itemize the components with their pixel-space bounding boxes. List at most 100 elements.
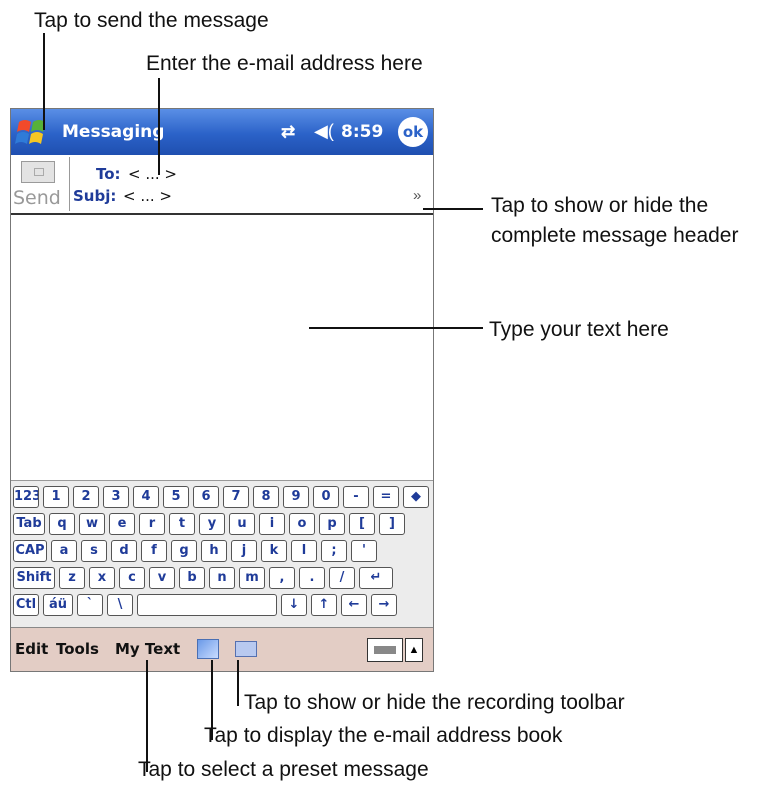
key[interactable]: r — [139, 513, 165, 535]
key[interactable]: ] — [379, 513, 405, 535]
key[interactable]: s — [81, 540, 107, 562]
key[interactable]: 4 — [133, 486, 159, 508]
key[interactable]: p — [319, 513, 345, 535]
key[interactable]: b — [179, 567, 205, 589]
clock[interactable]: 8:59 — [341, 122, 383, 142]
key[interactable]: v — [149, 567, 175, 589]
key[interactable]: \ — [107, 594, 133, 616]
callout-header-toggle-line1: Tap to show or hide the — [491, 194, 709, 217]
input-panel-icon[interactable] — [367, 638, 403, 662]
key[interactable]: áü — [43, 594, 73, 616]
pocketpc-screen: Messaging ⇄ ◀︎( 8:59 ok Send To: < ... >… — [10, 108, 434, 672]
key[interactable]: - — [343, 486, 369, 508]
key[interactable]: l — [291, 540, 317, 562]
soft-keyboard: 123 1 2 3 4 5 6 7 8 9 0- = ◆ Tab q w e r t y u i o p[] CAP a s d f g h… — [11, 480, 433, 627]
key[interactable]: y — [199, 513, 225, 535]
key[interactable]: z — [59, 567, 85, 589]
key[interactable]: i — [259, 513, 285, 535]
callout-preset-message: Tap to select a preset message — [138, 758, 429, 781]
key[interactable]: [ — [349, 513, 375, 535]
key[interactable]: x — [89, 567, 115, 589]
key[interactable]: ↵ — [359, 567, 393, 589]
key[interactable]: e — [109, 513, 135, 535]
message-body[interactable] — [11, 215, 433, 479]
address-book-icon[interactable] — [197, 639, 219, 659]
subject-field[interactable]: < ... > — [123, 187, 172, 205]
key[interactable]: 2 — [73, 486, 99, 508]
key[interactable]: g — [171, 540, 197, 562]
leader-body — [309, 327, 483, 329]
connectivity-icon[interactable]: ⇄ — [281, 122, 295, 142]
leader-recording — [237, 660, 239, 706]
key[interactable]: = — [373, 486, 399, 508]
leader-address-book — [211, 660, 213, 740]
start-flag-icon[interactable] — [15, 114, 51, 150]
menu-bar: Edit Tools My Text ▲ — [11, 627, 433, 671]
key[interactable]: / — [329, 567, 355, 589]
key[interactable]: 1 — [43, 486, 69, 508]
key[interactable]: m — [239, 567, 265, 589]
key[interactable]: 8 — [253, 486, 279, 508]
key[interactable]: → — [371, 594, 397, 616]
key[interactable]: d — [111, 540, 137, 562]
key[interactable]: ' — [351, 540, 377, 562]
key[interactable]: CAP — [13, 540, 47, 562]
envelope-icon — [21, 161, 55, 183]
key[interactable]: ` — [77, 594, 103, 616]
callout-address: Enter the e-mail address here — [146, 52, 423, 75]
key[interactable]: Ctl — [13, 594, 39, 616]
message-header: Send To: < ... > Subj: < ... > » — [11, 155, 433, 215]
key[interactable]: a — [51, 540, 77, 562]
key[interactable]: 123 — [13, 486, 39, 508]
key[interactable]: ← — [341, 594, 367, 616]
key[interactable]: c — [119, 567, 145, 589]
key-space[interactable] — [137, 594, 277, 616]
to-field[interactable]: < ... > — [128, 165, 177, 183]
callout-address-book: Tap to display the e-mail address book — [204, 724, 563, 747]
menu-edit[interactable]: Edit — [15, 640, 48, 658]
subject-label: Subj: — [73, 187, 117, 205]
recording-toolbar-icon[interactable] — [235, 641, 257, 657]
key[interactable]: Shift — [13, 567, 55, 589]
expand-header-icon[interactable]: » — [413, 187, 421, 204]
key[interactable]: 5 — [163, 486, 189, 508]
input-method-arrow[interactable]: ▲ — [405, 638, 423, 662]
key[interactable]: 7 — [223, 486, 249, 508]
key[interactable]: 9 — [283, 486, 309, 508]
key[interactable]: n — [209, 567, 235, 589]
title-bar: Messaging ⇄ ◀︎( 8:59 ok — [11, 109, 433, 155]
menu-tools[interactable]: Tools — [56, 640, 99, 658]
key[interactable]: ↑ — [311, 594, 337, 616]
key[interactable]: h — [201, 540, 227, 562]
menu-my-text[interactable]: My Text — [115, 640, 180, 658]
leader-preset — [146, 660, 148, 772]
key[interactable]: w — [79, 513, 105, 535]
leader-send — [43, 33, 45, 130]
leader-address — [158, 78, 160, 175]
key[interactable]: k — [261, 540, 287, 562]
to-label: To: — [96, 165, 121, 183]
send-label: Send — [13, 187, 61, 209]
key[interactable]: 0 — [313, 486, 339, 508]
send-button[interactable]: Send — [11, 157, 70, 211]
callout-send: Tap to send the message — [34, 9, 269, 32]
key[interactable]: ◆ — [403, 486, 429, 508]
key[interactable]: j — [231, 540, 257, 562]
app-title: Messaging — [62, 122, 165, 142]
key[interactable]: Tab — [13, 513, 45, 535]
key[interactable]: o — [289, 513, 315, 535]
key[interactable]: , — [269, 567, 295, 589]
ok-button[interactable]: ok — [398, 117, 428, 147]
key[interactable]: ; — [321, 540, 347, 562]
key[interactable]: u — [229, 513, 255, 535]
volume-icon[interactable]: ◀︎( — [314, 121, 334, 142]
key[interactable]: f — [141, 540, 167, 562]
key[interactable]: 3 — [103, 486, 129, 508]
key[interactable]: q — [49, 513, 75, 535]
key[interactable]: . — [299, 567, 325, 589]
key[interactable]: ↓ — [281, 594, 307, 616]
key[interactable]: 6 — [193, 486, 219, 508]
callout-recording-toolbar: Tap to show or hide the recording toolba… — [244, 691, 625, 714]
key[interactable]: t — [169, 513, 195, 535]
leader-header-toggle — [423, 208, 483, 210]
